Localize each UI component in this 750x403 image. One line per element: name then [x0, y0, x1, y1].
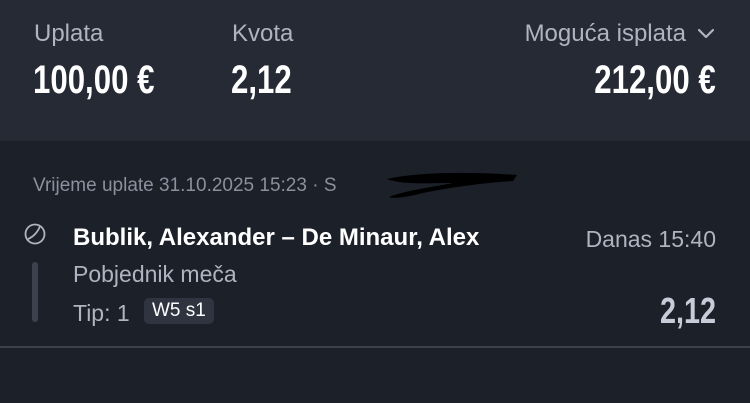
odds-value: 2,12: [231, 58, 292, 102]
redaction-mark: [387, 172, 517, 198]
payout-label[interactable]: Moguća isplata: [525, 20, 686, 48]
chevron-down-icon[interactable]: [696, 24, 716, 44]
odds-label: Kvota: [232, 20, 294, 47]
divider: [0, 346, 750, 348]
stake-label: Uplata: [34, 20, 104, 47]
placed-time: Vrijeme uplate 31.10.2025 15:23 · S: [33, 175, 337, 196]
bet-summary-panel: Uplata 100,00 € Kvota 2,12 Moguća isplat…: [0, 0, 750, 141]
payout-value: 212,00 €: [594, 58, 716, 102]
tennis-ball-icon: [24, 223, 46, 245]
match-title[interactable]: Bublik, Alexander – De Minaur, Alex: [73, 224, 479, 252]
result-badge: W5 s1: [144, 298, 214, 324]
stake-value: 100,00 €: [33, 58, 155, 102]
event-timeline-bar: [32, 262, 38, 322]
match-start-time: Danas 15:40: [585, 226, 716, 252]
bet-market: Pobjednik meča: [73, 261, 237, 287]
selection-odd: 2,12: [659, 290, 716, 331]
bet-tip: Tip: 1: [73, 300, 130, 326]
